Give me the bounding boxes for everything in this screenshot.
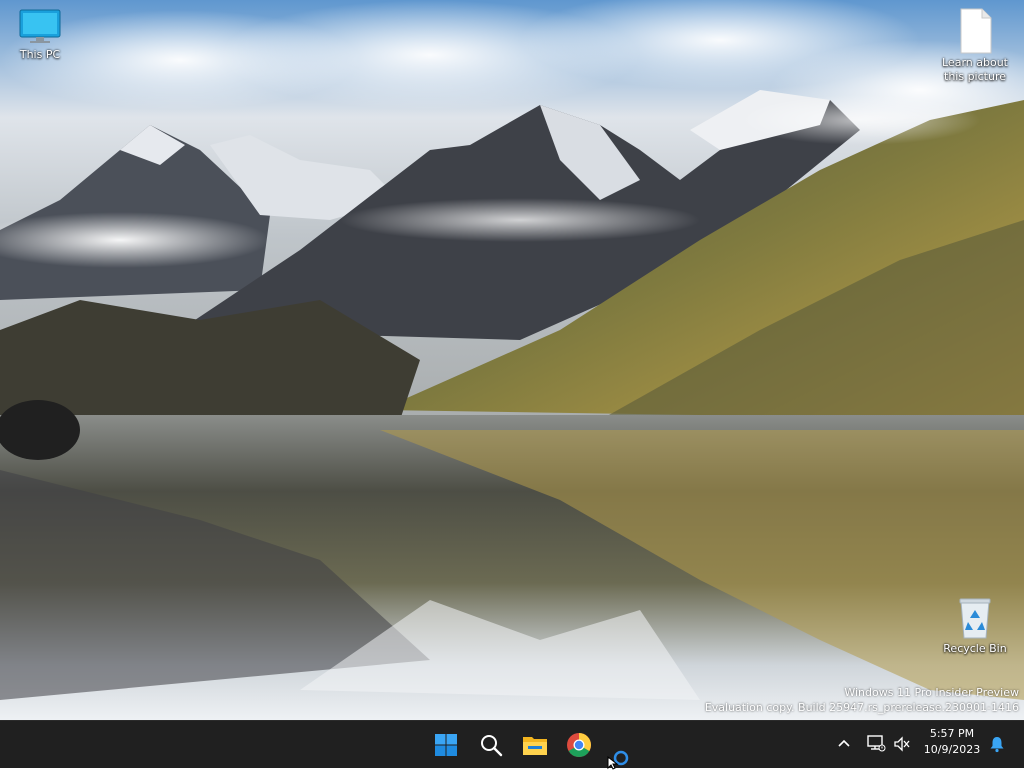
volume-muted-icon[interactable] <box>893 736 911 752</box>
wallpaper <box>0 0 1024 720</box>
start-button[interactable] <box>428 727 464 763</box>
monitor-icon <box>19 9 61 43</box>
desktop-icon-recycle-bin[interactable]: Recycle Bin <box>935 596 1015 656</box>
chevron-up-icon[interactable] <box>836 735 852 751</box>
desktop-icon-learn-about-picture[interactable]: Learn about this picture <box>935 8 1015 84</box>
desktop-icon-label: This PC <box>19 48 61 61</box>
windows-watermark: Windows 11 Pro Insider Preview Evaluatio… <box>705 685 1019 715</box>
search-button[interactable] <box>473 727 509 763</box>
desktop-icon-this-pc[interactable]: This PC <box>0 8 80 62</box>
watermark-edition: Windows 11 Pro Insider Preview <box>844 686 1019 699</box>
desktop-icon-label: Learn about this picture <box>942 56 1008 83</box>
chrome-button[interactable] <box>561 727 597 763</box>
chrome-icon <box>567 733 591 757</box>
recycle-bin-icon <box>959 598 991 639</box>
clock-date: 10/9/2023 <box>923 743 981 756</box>
watermark-build: Evaluation copy. Build 25947.rs_prerelea… <box>704 701 1019 714</box>
clock-time: 5:57 PM <box>929 727 975 740</box>
desktop-icon-label: Recycle Bin <box>943 642 1007 655</box>
notification-bell-icon[interactable] <box>988 735 1006 753</box>
document-icon <box>960 8 992 54</box>
file-explorer-icon <box>523 737 547 755</box>
windows-start-icon <box>435 734 457 756</box>
search-icon <box>481 735 503 757</box>
network-icon[interactable] <box>866 734 886 752</box>
desktop[interactable]: This PC Learn about this picture Recycle… <box>0 0 1024 720</box>
taskbar-clock[interactable]: 5:57 PM 10/9/2023 <box>920 726 984 758</box>
file-explorer-button[interactable] <box>517 727 553 763</box>
